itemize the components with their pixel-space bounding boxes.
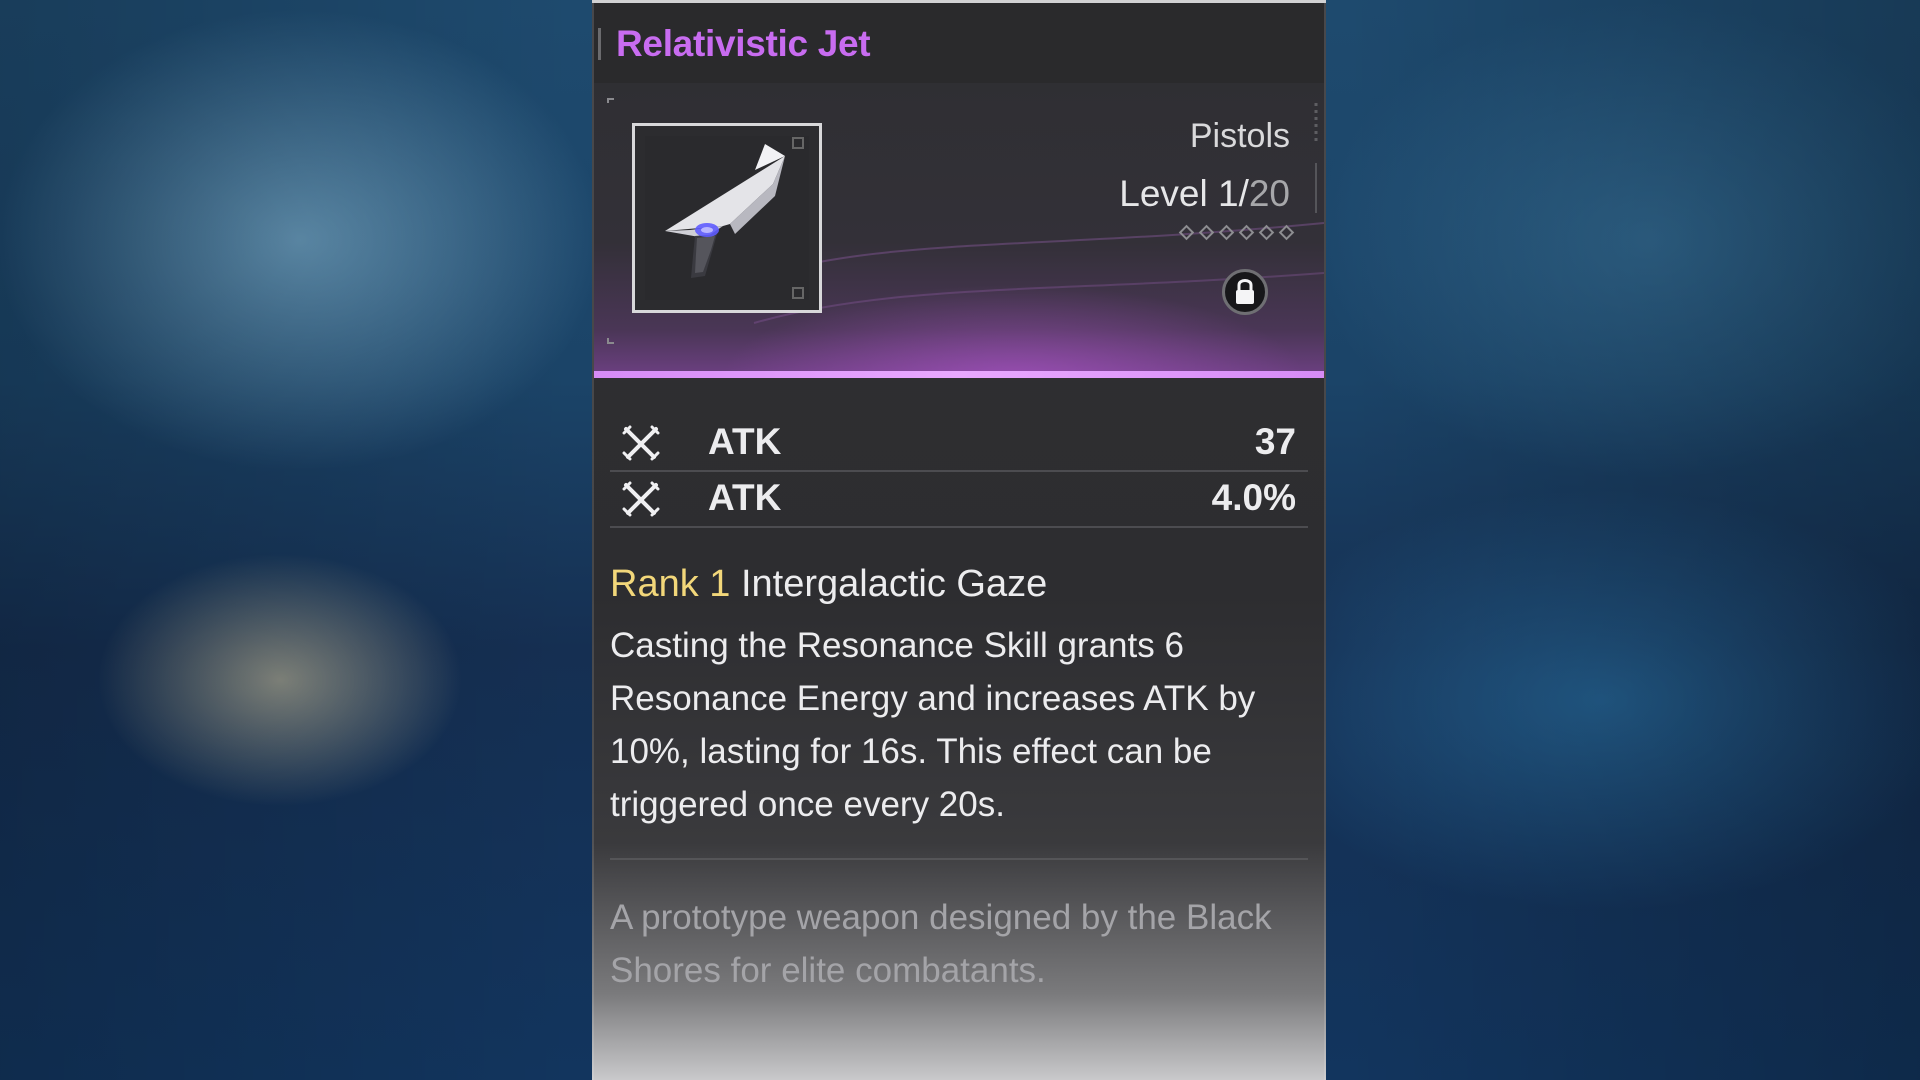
weapon-image[interactable] [632, 123, 822, 313]
weapon-level: Level 1/20 [1119, 173, 1290, 215]
crossed-swords-icon [622, 481, 660, 517]
title-accent-bar [598, 28, 601, 60]
stat-value: 37 [1254, 421, 1296, 462]
stat-row: ATK 37 [610, 415, 1308, 472]
level-max: 20 [1248, 173, 1290, 214]
crossed-swords-icon [622, 425, 660, 461]
pistol-icon [645, 136, 809, 300]
diamond-icon [1198, 224, 1215, 241]
skill-title: Rank 1 Intergalactic Gaze [610, 563, 1047, 606]
rank-indicator [1178, 224, 1295, 241]
skill-rank: Rank 1 [610, 563, 731, 605]
title-bar: Relativistic Jet [594, 3, 1324, 83]
weapon-lore: A prototype weapon designed by the Black… [610, 898, 1272, 990]
stat-value: 4.0% [1211, 477, 1296, 518]
level-current: 1 [1217, 173, 1239, 214]
weapon-detail-panel: Relativistic Jet Pistols Level 1/20 ATK … [592, 0, 1326, 1080]
diamond-icon [1178, 224, 1195, 241]
diamond-icon [1218, 224, 1235, 241]
diamond-icon [1258, 224, 1275, 241]
weapon-type: Pistols [1189, 117, 1290, 155]
weapon-name: Relativistic Jet [616, 23, 871, 64]
skill-description: Casting the Resonance Skill grants 6 Res… [610, 626, 1256, 824]
diamond-icon [1278, 224, 1295, 241]
stat-row: ATK 4.0% [610, 471, 1308, 528]
diamond-icon [1238, 224, 1255, 241]
stat-label: ATK [708, 421, 782, 462]
lock-button[interactable] [1222, 269, 1268, 315]
rarity-accent-line [594, 371, 1324, 378]
level-separator: / [1238, 173, 1249, 214]
stat-label: ATK [708, 477, 782, 518]
skill-name: Intergalactic Gaze [740, 563, 1048, 605]
lock-icon [1236, 279, 1254, 304]
level-prefix: Level [1119, 173, 1208, 214]
section-divider [610, 858, 1308, 860]
